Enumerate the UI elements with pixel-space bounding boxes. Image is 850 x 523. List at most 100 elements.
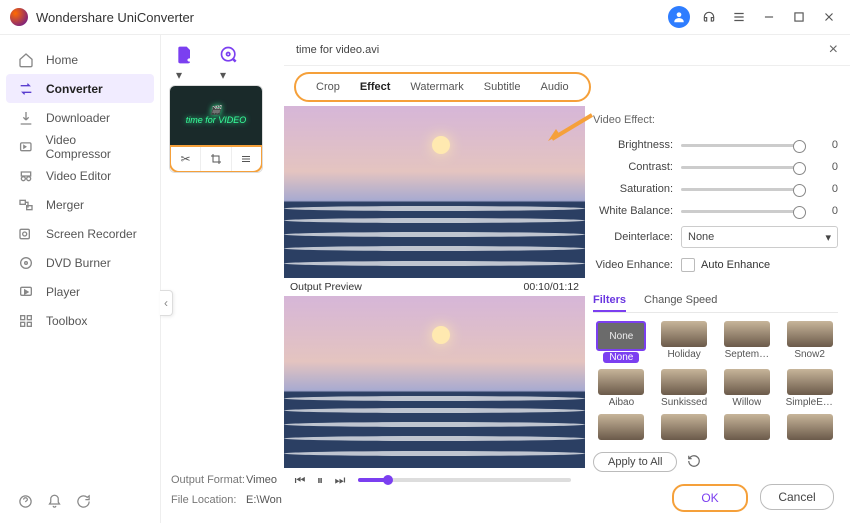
section-title: Video Effect:	[593, 114, 838, 126]
saturation-value: 0	[814, 183, 838, 195]
titlebar: Wondershare UniConverter	[0, 0, 850, 35]
auto-enhance-checkbox[interactable]	[681, 258, 695, 272]
merger-icon	[18, 197, 34, 213]
nav-home[interactable]: Home	[0, 45, 160, 74]
nav-label: Home	[46, 53, 78, 67]
video-preview-bottom	[284, 296, 585, 468]
tab-audio[interactable]: Audio	[530, 77, 578, 97]
tab-subtitle[interactable]: Subtitle	[474, 77, 531, 97]
filter-simpleel[interactable]: SimpleEl…	[781, 369, 838, 408]
nav-label: Video Compressor	[46, 133, 142, 161]
whitebalance-label: White Balance:	[593, 205, 673, 217]
converter-icon	[18, 81, 34, 97]
filter-extra-2[interactable]	[656, 414, 713, 442]
thumb-text: 🎬time for VIDEO	[186, 106, 247, 126]
editor-header: time for video.avi ×	[284, 35, 850, 66]
filter-september[interactable]: Septem…	[719, 321, 776, 363]
nav-converter[interactable]: Converter	[6, 74, 154, 103]
video-thumbnail: 🎬time for VIDEO	[170, 86, 262, 146]
tab-crop[interactable]: Crop	[306, 77, 350, 97]
editor-tabs: Crop Effect Watermark Subtitle Audio	[294, 72, 591, 102]
reset-icon[interactable]	[687, 454, 701, 471]
ok-button[interactable]: OK	[672, 484, 748, 512]
nav-recorder[interactable]: Screen Recorder	[0, 219, 160, 248]
file-location-label: File Location:	[171, 494, 246, 506]
app-title: Wondershare UniConverter	[36, 10, 194, 25]
app-logo	[10, 8, 28, 26]
nav-downloader[interactable]: Downloader	[0, 103, 160, 132]
saturation-slider[interactable]	[681, 188, 806, 191]
nav-toolbox[interactable]: Toolbox	[0, 306, 160, 335]
deinterlace-select[interactable]: None▾	[681, 226, 838, 248]
next-button[interactable]: ⏭	[330, 470, 350, 490]
close-button[interactable]	[818, 6, 840, 28]
minimize-button[interactable]	[758, 6, 780, 28]
brightness-label: Brightness:	[593, 139, 673, 151]
video-card[interactable]: 🎬time for VIDEO ✂	[169, 85, 263, 173]
seek-bar[interactable]	[358, 478, 571, 482]
filter-tabs: Filters Change Speed	[593, 290, 838, 313]
preview-column: Output Preview 00:10/01:12 ⏮ ⏸ ⏭	[284, 106, 585, 514]
filter-aibao[interactable]: Aibao	[593, 369, 650, 408]
account-icon[interactable]	[668, 6, 690, 28]
preview-label: Output Preview	[290, 281, 362, 293]
contrast-slider[interactable]	[681, 166, 806, 169]
file-area: ▾ ▾ 🎬time for VIDEO ✂ Output Format:Vime…	[161, 35, 284, 523]
tab-effect[interactable]: Effect	[350, 77, 401, 97]
support-icon[interactable]	[698, 6, 720, 28]
deinterlace-label: Deinterlace:	[593, 231, 673, 243]
prev-button[interactable]: ⏮	[290, 470, 310, 490]
maximize-button[interactable]	[788, 6, 810, 28]
auto-enhance-label: Auto Enhance	[701, 259, 770, 271]
nav-label: Video Editor	[46, 169, 111, 183]
trim-icon[interactable]: ✂	[171, 147, 201, 171]
apply-to-all-button[interactable]: Apply to All	[593, 452, 677, 472]
nav-player[interactable]: Player	[0, 277, 160, 306]
filter-extra-3[interactable]	[719, 414, 776, 442]
brightness-value: 0	[814, 139, 838, 151]
file-location-value[interactable]: E:\Won	[246, 494, 282, 506]
tab-filters[interactable]: Filters	[593, 290, 626, 312]
home-icon	[18, 52, 34, 68]
nav-merger[interactable]: Merger	[0, 190, 160, 219]
video-preview-top	[284, 106, 585, 278]
nav-label: Screen Recorder	[46, 227, 137, 241]
dialog-buttons: OK Cancel	[672, 484, 834, 512]
filter-holiday[interactable]: Holiday	[656, 321, 713, 363]
settings-icon[interactable]	[232, 147, 261, 171]
output-format-value[interactable]: Vimeo	[246, 474, 277, 486]
add-dvd-icon[interactable]: ▾	[219, 45, 239, 65]
nav-dvd[interactable]: DVD Burner	[0, 248, 160, 277]
cancel-button[interactable]: Cancel	[760, 484, 834, 510]
preview-time: 00:10/01:12	[524, 281, 579, 293]
whitebalance-slider[interactable]	[681, 210, 806, 213]
add-file-icon[interactable]: ▾	[175, 45, 195, 65]
help-icon[interactable]	[18, 494, 33, 512]
brightness-slider[interactable]	[681, 144, 806, 147]
bell-icon[interactable]	[47, 494, 62, 512]
crop-icon[interactable]	[201, 147, 231, 171]
compress-icon	[18, 139, 34, 155]
saturation-label: Saturation:	[593, 183, 673, 195]
menu-icon[interactable]	[728, 6, 750, 28]
feedback-icon[interactable]	[76, 494, 91, 512]
enhance-label: Video Enhance:	[593, 259, 673, 271]
contrast-value: 0	[814, 161, 838, 173]
filter-sunkissed[interactable]: Sunkissed	[656, 369, 713, 408]
collapse-sidebar-button[interactable]: ‹	[160, 290, 173, 316]
nav-label: Merger	[46, 198, 84, 212]
nav-editor[interactable]: Video Editor	[0, 161, 160, 190]
tab-change-speed[interactable]: Change Speed	[644, 290, 717, 312]
editor-icon	[18, 168, 34, 184]
controls-column: Video Effect: Brightness:0 Contrast:0 Sa…	[585, 106, 850, 514]
nav-label: Toolbox	[46, 314, 87, 328]
pause-button[interactable]: ⏸	[310, 470, 330, 490]
filter-snow2[interactable]: Snow2	[781, 321, 838, 363]
tab-watermark[interactable]: Watermark	[400, 77, 473, 97]
nav-compressor[interactable]: Video Compressor	[0, 132, 160, 161]
filter-willow[interactable]: Willow	[719, 369, 776, 408]
filter-none[interactable]: NoneNone	[593, 321, 650, 363]
filter-extra-1[interactable]	[593, 414, 650, 442]
filter-extra-4[interactable]	[781, 414, 838, 442]
editor-close-button[interactable]: ×	[829, 41, 838, 59]
